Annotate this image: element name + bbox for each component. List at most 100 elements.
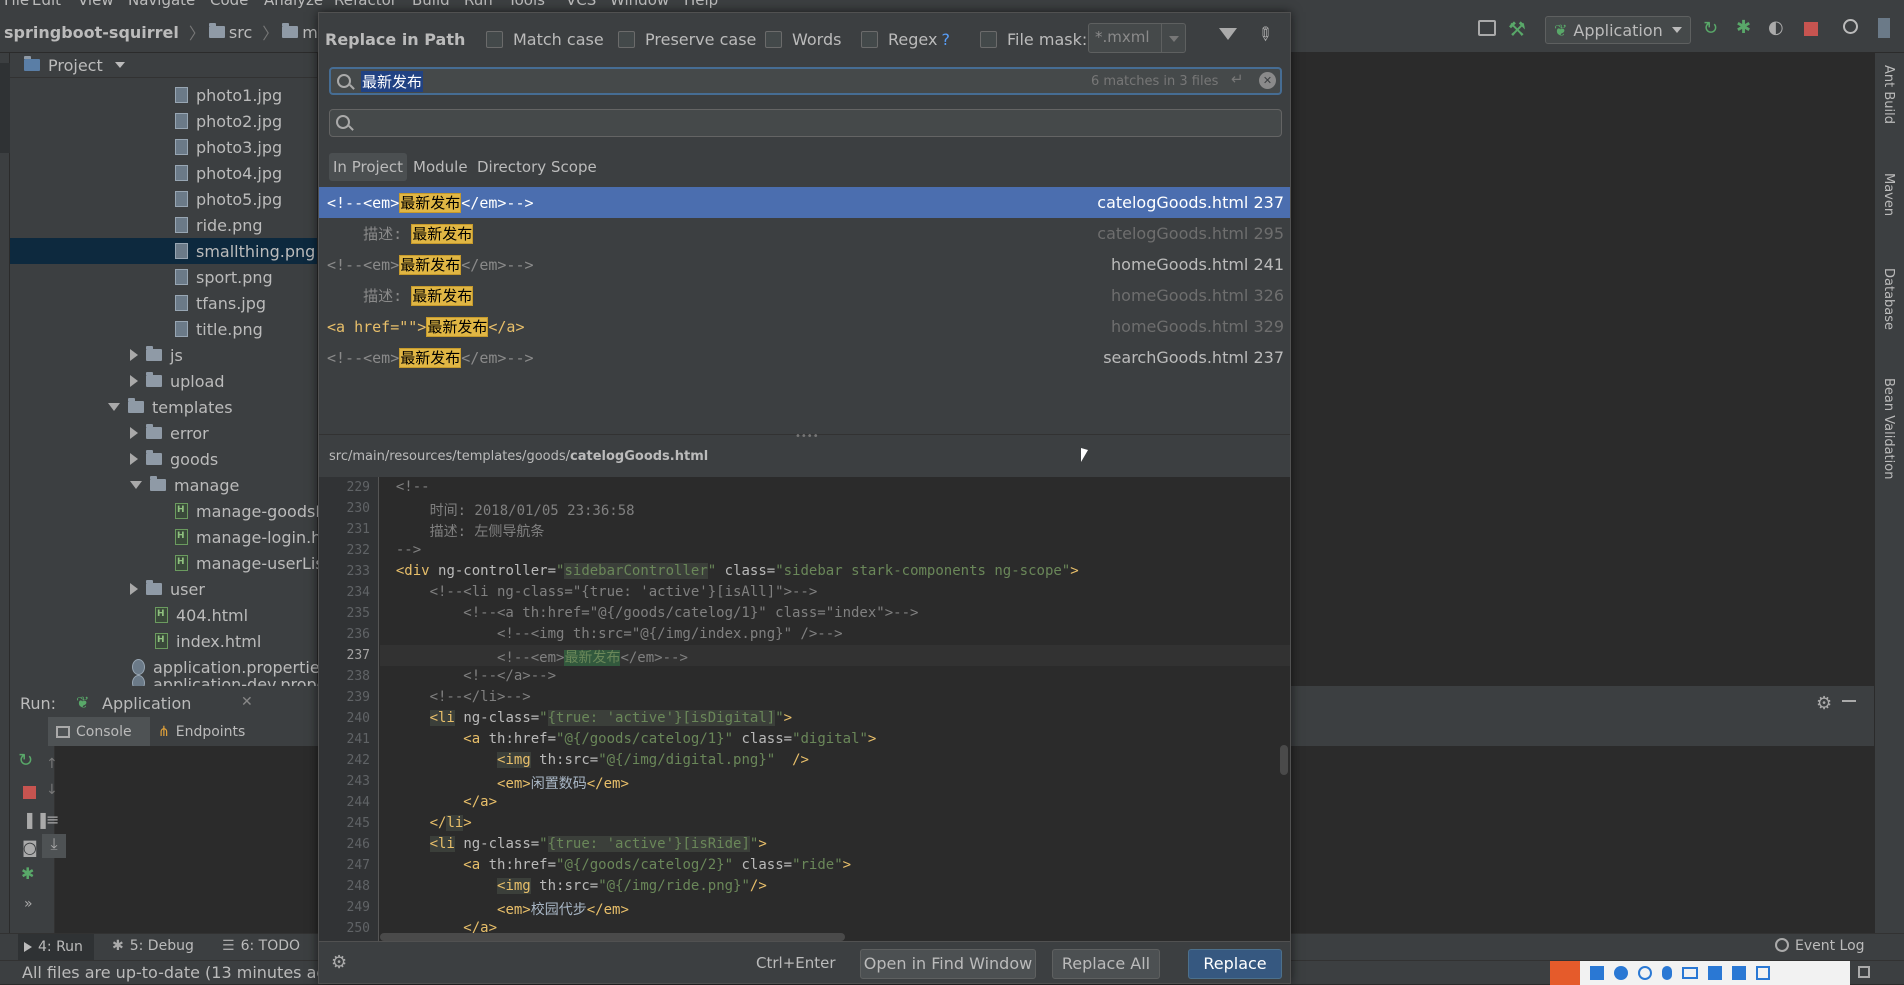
project-panel-title[interactable]: Project — [48, 56, 103, 75]
tree-item[interactable]: photo4.jpg — [175, 160, 282, 186]
minimize-icon[interactable] — [1842, 700, 1856, 702]
tree-item[interactable]: photo5.jpg — [175, 186, 282, 212]
regex-checkbox[interactable]: Regex? — [861, 30, 950, 49]
match-case-checkbox[interactable]: Match case — [486, 30, 604, 49]
scope-directory[interactable]: Directory — [473, 153, 550, 181]
tree-folder[interactable]: manage — [130, 472, 239, 498]
more-icon[interactable]: » — [24, 896, 33, 912]
rerun-icon[interactable]: ↻ — [18, 750, 33, 771]
toolbar-overflow-icon[interactable] — [1878, 18, 1890, 38]
ant-build-tab[interactable]: Ant Build — [1881, 65, 1896, 124]
tree-folder[interactable]: templates — [108, 394, 233, 420]
todo-tool-tab[interactable]: ☰ 6: TODO — [222, 938, 300, 954]
collapse-arrow-icon[interactable] — [130, 481, 142, 489]
tree-item[interactable]: manage-goodsLi — [175, 498, 329, 524]
run-config-tab[interactable]: Application — [102, 694, 191, 713]
result-row[interactable]: 描述: 最新发布 homeGoods.html 326 — [319, 280, 1290, 311]
tree-folder[interactable]: js — [130, 342, 183, 368]
search-icon[interactable] — [336, 115, 350, 129]
lock-icon[interactable] — [1858, 966, 1870, 978]
up-arrow-icon[interactable]: ↑ — [46, 756, 58, 772]
menu-window[interactable]: Window — [610, 0, 669, 8]
menu-code[interactable]: Code — [210, 0, 248, 8]
tree-item[interactable]: photo1.jpg — [175, 82, 282, 108]
close-icon[interactable]: ✕ — [241, 694, 253, 710]
debug-icon[interactable]: ✱ — [21, 864, 34, 883]
tree-folder[interactable]: goods — [130, 446, 218, 472]
expand-arrow-icon[interactable] — [130, 349, 138, 361]
ime-mode-icon[interactable] — [1590, 966, 1604, 980]
collapse-arrow-icon[interactable] — [108, 403, 120, 411]
ime-apps-icon[interactable] — [1756, 966, 1770, 980]
breadcrumb-src[interactable]: src — [229, 23, 252, 42]
menu-file[interactable]: File — [4, 0, 29, 8]
expand-arrow-icon[interactable] — [130, 427, 138, 439]
tree-item[interactable]: ride.png — [175, 212, 263, 238]
console-tab[interactable]: Console — [48, 717, 150, 746]
checkbox-box[interactable] — [765, 31, 782, 48]
ime-voice-icon[interactable] — [1662, 966, 1672, 980]
ime-emoji-icon[interactable] — [1638, 966, 1652, 980]
splitter-handle-icon[interactable]: •••• — [795, 431, 819, 442]
filter-icon[interactable] — [1219, 28, 1237, 40]
scope-in-project[interactable]: In Project — [329, 153, 408, 181]
project-structure-icon[interactable] — [1478, 20, 1496, 36]
run-config-select[interactable]: ❦ Application — [1545, 16, 1691, 44]
camera-icon[interactable]: ◙ — [22, 838, 38, 857]
ime-keyboard-icon[interactable] — [1682, 967, 1698, 979]
expand-arrow-icon[interactable] — [130, 375, 138, 387]
gear-icon[interactable]: ⚙ — [1816, 693, 1832, 714]
result-row[interactable]: 描述: 最新发布 catelogGoods.html 295 — [319, 218, 1290, 249]
splitter[interactable]: •••• — [319, 431, 1290, 450]
clear-icon[interactable]: ✕ — [1259, 72, 1276, 89]
expand-arrow-icon[interactable] — [130, 583, 138, 595]
stop-icon[interactable] — [23, 786, 36, 799]
result-row[interactable]: <!--<em>最新发布</em>--> searchGoods.html 23… — [319, 342, 1290, 373]
replace-button[interactable]: Replace — [1188, 949, 1282, 979]
tree-item[interactable]: manage-login.htr — [175, 524, 334, 550]
menu-help[interactable]: Help — [684, 0, 718, 8]
menu-vcs[interactable]: VCS — [566, 0, 596, 8]
menu-view[interactable]: View — [78, 0, 114, 8]
file-mask-select[interactable]: *.mxml — [1088, 23, 1186, 53]
menu-refactor[interactable]: Refactor — [334, 0, 397, 8]
coverage-icon[interactable]: ◐ — [1768, 17, 1784, 38]
run-tool-tab[interactable]: 4: Run — [18, 934, 94, 960]
checkbox-box[interactable] — [618, 31, 635, 48]
tree-folder[interactable]: error — [130, 420, 209, 446]
newline-icon[interactable]: ↵ — [1231, 70, 1244, 88]
tree-item[interactable]: title.png — [175, 316, 263, 342]
tree-item[interactable]: sport.png — [175, 264, 273, 290]
tree-item[interactable]: application-dev.propo — [132, 675, 326, 686]
chevron-down-icon[interactable] — [114, 62, 125, 68]
menu-tools[interactable]: Tools — [508, 0, 545, 8]
pin-icon[interactable]: ✎ — [1252, 22, 1278, 48]
tree-item[interactable]: index.html — [155, 628, 261, 654]
scroll-to-end-icon[interactable]: ⤓ — [42, 834, 66, 858]
expand-arrow-icon[interactable] — [130, 453, 138, 465]
ime-skin-icon[interactable] — [1732, 966, 1746, 980]
gear-icon[interactable]: ⚙ — [331, 952, 347, 973]
horizontal-scrollbar[interactable] — [380, 933, 845, 941]
replace-input[interactable] — [329, 109, 1282, 137]
tree-folder[interactable]: user — [130, 576, 205, 602]
ime-user-icon[interactable] — [1708, 966, 1722, 980]
result-row-selected[interactable]: <!--<em>最新发布</em>--> catelogGoods.html 2… — [319, 187, 1290, 218]
maven-tab[interactable]: Maven — [1881, 173, 1896, 216]
search-everywhere-icon[interactable] — [1843, 19, 1858, 34]
menu-navigate[interactable]: Navigate — [128, 0, 195, 8]
file-mask-checkbox[interactable]: File mask: — [980, 30, 1087, 49]
debug-bug-icon[interactable]: ✱ — [1736, 17, 1751, 38]
vertical-scrollbar[interactable] — [1280, 745, 1288, 775]
menu-build[interactable]: Build — [412, 0, 450, 8]
tree-item[interactable]: photo3.jpg — [175, 134, 282, 160]
project-tool-tab[interactable] — [0, 63, 10, 153]
code-preview[interactable]: 229 230 231 232 233 234 235 236 237 238 … — [319, 477, 1290, 941]
event-log-tab[interactable]: Event Log — [1775, 938, 1865, 954]
menu-analyze[interactable]: Analyze — [264, 0, 323, 8]
search-input[interactable]: 最新发布 6 matches in 3 files ↵ ✕ — [329, 67, 1282, 95]
ime-punctuation-icon[interactable] — [1614, 966, 1628, 980]
tree-item[interactable]: 404.html — [155, 602, 248, 628]
regex-help-link[interactable]: ? — [941, 30, 950, 49]
tree-folder[interactable]: upload — [130, 368, 225, 394]
